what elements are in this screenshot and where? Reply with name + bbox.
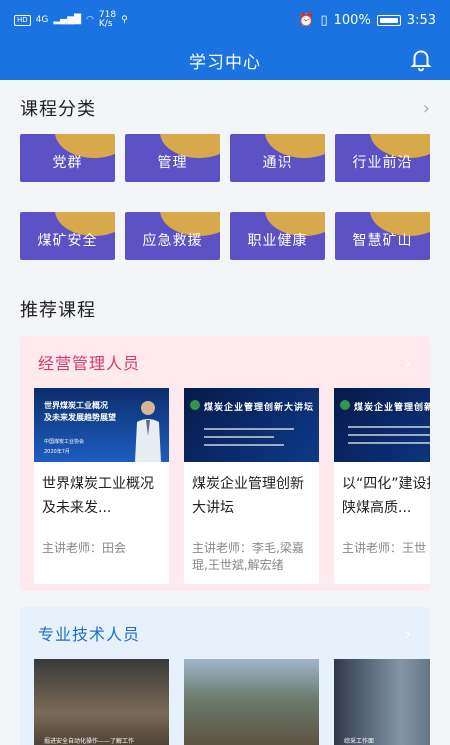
usb-icon: ⚲	[121, 15, 128, 25]
course-name: 世界煤炭工业概况及未来发...	[42, 476, 154, 516]
nav-bar: 学习中心	[0, 40, 450, 80]
course-thumbnail	[184, 659, 319, 745]
battery-icon	[376, 14, 401, 26]
course-thumbnail: 世界煤炭工业概况 及未来发展趋势展望 中国煤炭工业协会 2020年7月	[34, 388, 169, 462]
status-bar: HD 4G ▂▄▆█ ◠ 718 K/s ⚲ ⏰ ▯ 100% 3:53	[0, 0, 450, 40]
category-item[interactable]: 应急救援	[125, 212, 220, 260]
course-thumbnail: 煤炭企业管理创新大讲坛	[184, 388, 319, 462]
network-type: 4G	[35, 15, 49, 25]
notification-bell-icon[interactable]	[408, 46, 434, 72]
chevron-right-icon[interactable]: ›	[405, 353, 412, 372]
wifi-icon: ◠	[86, 15, 94, 25]
logo-icon	[190, 400, 200, 410]
group-header[interactable]: 专业技术人员 ›	[20, 607, 430, 659]
course-thumbnail: 煤炭企业管理创新	[334, 388, 430, 462]
category-item[interactable]: 职业健康	[230, 212, 325, 260]
course-card[interactable]	[184, 659, 319, 745]
category-item[interactable]: 管理	[125, 134, 220, 182]
alarm-icon: ⏰	[298, 12, 315, 28]
course-thumbnail: 掘进安全自动化操作——了解工作	[34, 659, 169, 745]
logo-icon	[340, 400, 350, 410]
category-grid: 党群 管理 通识 行业前沿 煤矿安全 应急救援 职业健康 智慧矿山	[0, 134, 450, 260]
course-teacher: 主讲老师：李毛,梁嘉琨,王世斌,解宏绪	[192, 541, 304, 572]
recommended-title: 推荐课程	[20, 300, 96, 321]
course-teacher: 主讲老师：王世	[342, 541, 427, 555]
category-title: 课程分类	[20, 99, 96, 120]
course-card[interactable]: 综采工作面	[334, 659, 430, 745]
hd-badge: HD	[14, 14, 31, 26]
page-title: 学习中心	[189, 52, 261, 73]
speaker-photo	[135, 401, 161, 462]
category-item[interactable]: 党群	[20, 134, 115, 182]
category-section-header: 课程分类 ›	[0, 80, 450, 136]
group-title: 专业技术人员	[38, 625, 141, 644]
course-group-technical: 专业技术人员 › 掘进安全自动化操作——了解工作 综采工作面	[20, 607, 430, 745]
course-list: 世界煤炭工业概况 及未来发展趋势展望 中国煤炭工业协会 2020年7月 世界煤炭…	[20, 388, 430, 584]
chevron-right-icon[interactable]: ›	[423, 98, 430, 119]
clock: 3:53	[406, 12, 436, 28]
vibrate-icon: ▯	[320, 12, 328, 28]
group-title: 经营管理人员	[38, 354, 141, 373]
group-header[interactable]: 经营管理人员 ›	[20, 336, 430, 388]
chevron-right-icon[interactable]: ›	[405, 624, 412, 643]
category-item[interactable]: 煤矿安全	[20, 212, 115, 260]
course-list: 掘进安全自动化操作——了解工作 综采工作面	[20, 659, 430, 745]
course-card[interactable]: 掘进安全自动化操作——了解工作	[34, 659, 169, 745]
net-speed: 718 K/s	[98, 10, 117, 29]
app-header: HD 4G ▂▄▆█ ◠ 718 K/s ⚲ ⏰ ▯ 100% 3:53 学习中…	[0, 0, 450, 80]
category-item[interactable]: 通识	[230, 134, 325, 182]
course-group-management: 经营管理人员 › 世界煤炭工业概况 及未来发展趋势展望 中国煤炭工业协会 202…	[20, 336, 430, 591]
category-item[interactable]: 行业前沿	[335, 134, 430, 182]
category-item[interactable]: 智慧矿山	[335, 212, 430, 260]
signal-icon: ▂▄▆█	[53, 15, 82, 25]
course-name: 煤炭企业管理创新大讲坛	[192, 476, 304, 516]
course-thumbnail: 综采工作面	[334, 659, 430, 745]
course-name: 以“四化”建设推动陕煤高质...	[342, 476, 430, 516]
battery-percent: 100%	[333, 12, 371, 28]
course-card[interactable]: 世界煤炭工业概况 及未来发展趋势展望 中国煤炭工业协会 2020年7月 世界煤炭…	[34, 388, 169, 584]
course-card[interactable]: 煤炭企业管理创新 以“四化”建设推动陕煤高质... 主讲老师：王世	[334, 388, 430, 584]
course-teacher: 主讲老师：田会	[42, 541, 127, 555]
course-card[interactable]: 煤炭企业管理创新大讲坛 煤炭企业管理创新大讲坛 主讲老师：李毛,梁嘉琨,王世斌,…	[184, 388, 319, 584]
